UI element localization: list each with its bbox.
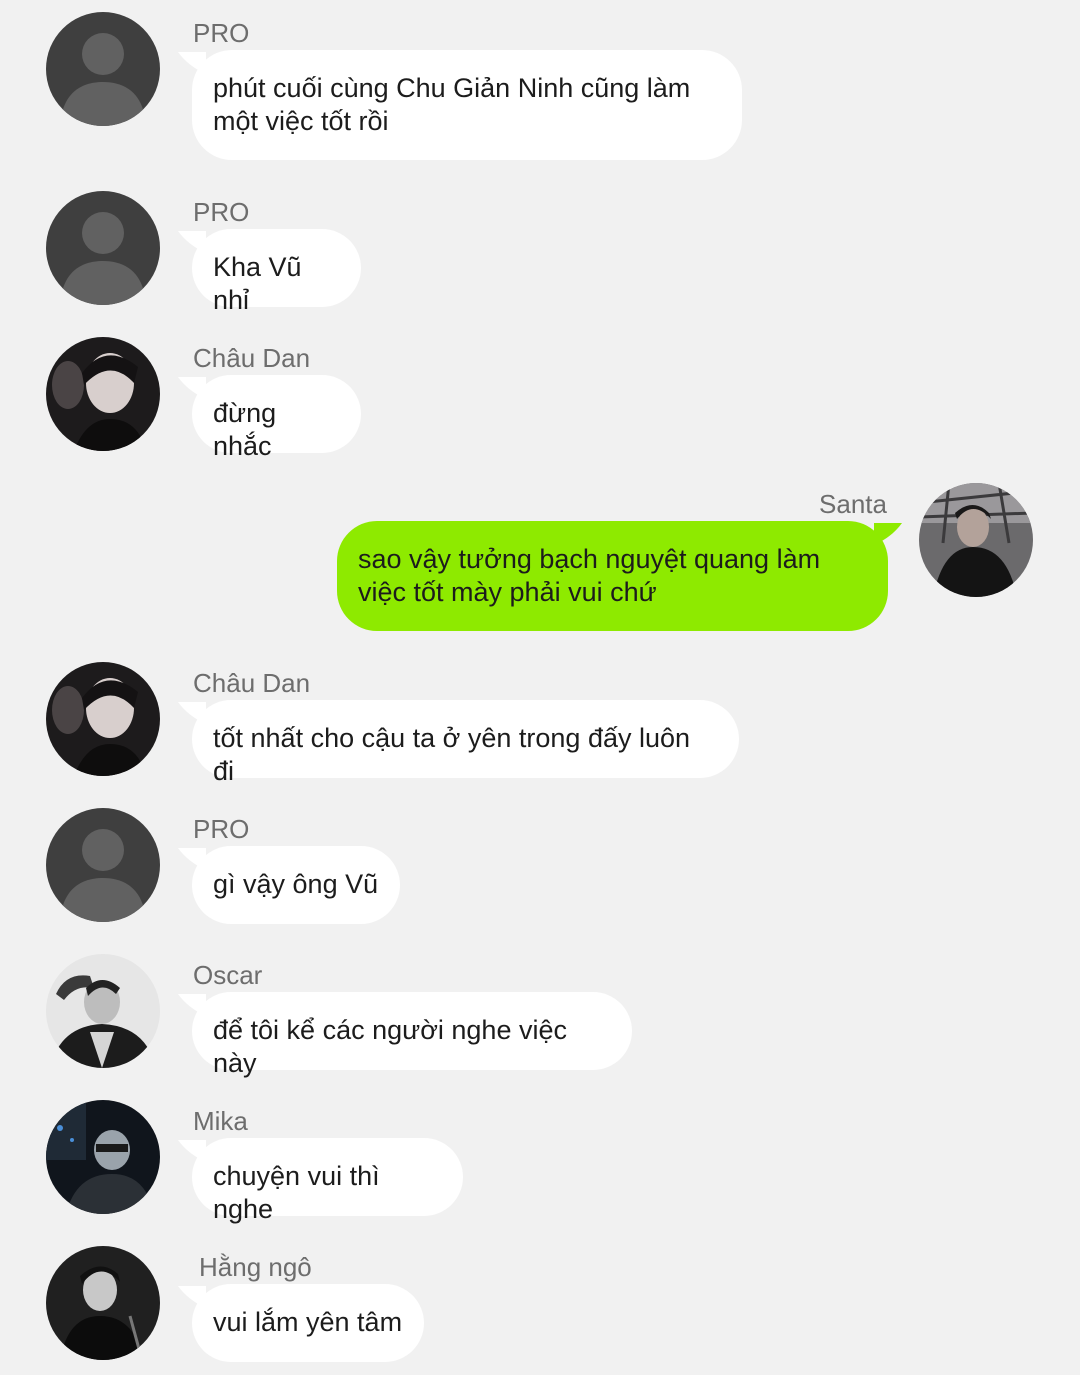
message-bubble[interactable]: để tôi kể các người nghe việc này: [192, 992, 632, 1078]
sender-name: Hằng ngô: [199, 1252, 312, 1282]
sender-name: Oscar: [193, 960, 263, 990]
message-bubble[interactable]: đừng nhắc: [192, 375, 361, 461]
sender-name: Châu Dan: [193, 343, 311, 373]
user-photo-avatar: [46, 954, 160, 1068]
sender-name: Châu Dan: [193, 668, 311, 698]
default-person-icon: [46, 808, 160, 922]
avatar[interactable]: [46, 662, 160, 776]
avatar[interactable]: [46, 191, 160, 305]
sender-name: PRO: [193, 197, 250, 227]
message-bubble[interactable]: Kha Vũ nhỉ: [192, 229, 361, 315]
message-bubble[interactable]: vui lắm yên tâm: [192, 1284, 424, 1362]
avatar[interactable]: [919, 483, 1033, 597]
message-bubble[interactable]: tốt nhất cho cậu ta ở yên trong đấy luôn…: [192, 700, 739, 786]
avatar[interactable]: [46, 954, 160, 1068]
user-photo-avatar: [919, 483, 1033, 597]
message-bubble[interactable]: phút cuối cùng Chu Giản Ninh cũng làm mộ…: [192, 50, 742, 160]
message-bubble[interactable]: gì vậy ông Vũ: [192, 846, 400, 924]
sender-name: PRO: [193, 814, 250, 844]
sender-name: Santa: [819, 489, 887, 519]
avatar[interactable]: [46, 12, 160, 126]
sender-name: Mika: [193, 1106, 248, 1136]
avatar[interactable]: [46, 808, 160, 922]
message-bubble[interactable]: sao vậy tưởng bạch nguyệt quang làm việc…: [337, 521, 888, 631]
sender-name: PRO: [193, 18, 250, 48]
user-photo-avatar: [46, 337, 160, 451]
default-person-icon: [46, 191, 160, 305]
default-person-icon: [46, 12, 160, 126]
avatar[interactable]: [46, 337, 160, 451]
avatar[interactable]: [46, 1246, 160, 1360]
user-photo-avatar: [46, 1100, 160, 1214]
avatar[interactable]: [46, 1100, 160, 1214]
user-photo-avatar: [46, 1246, 160, 1360]
user-photo-avatar: [46, 662, 160, 776]
message-bubble[interactable]: chuyện vui thì nghe: [192, 1138, 463, 1224]
